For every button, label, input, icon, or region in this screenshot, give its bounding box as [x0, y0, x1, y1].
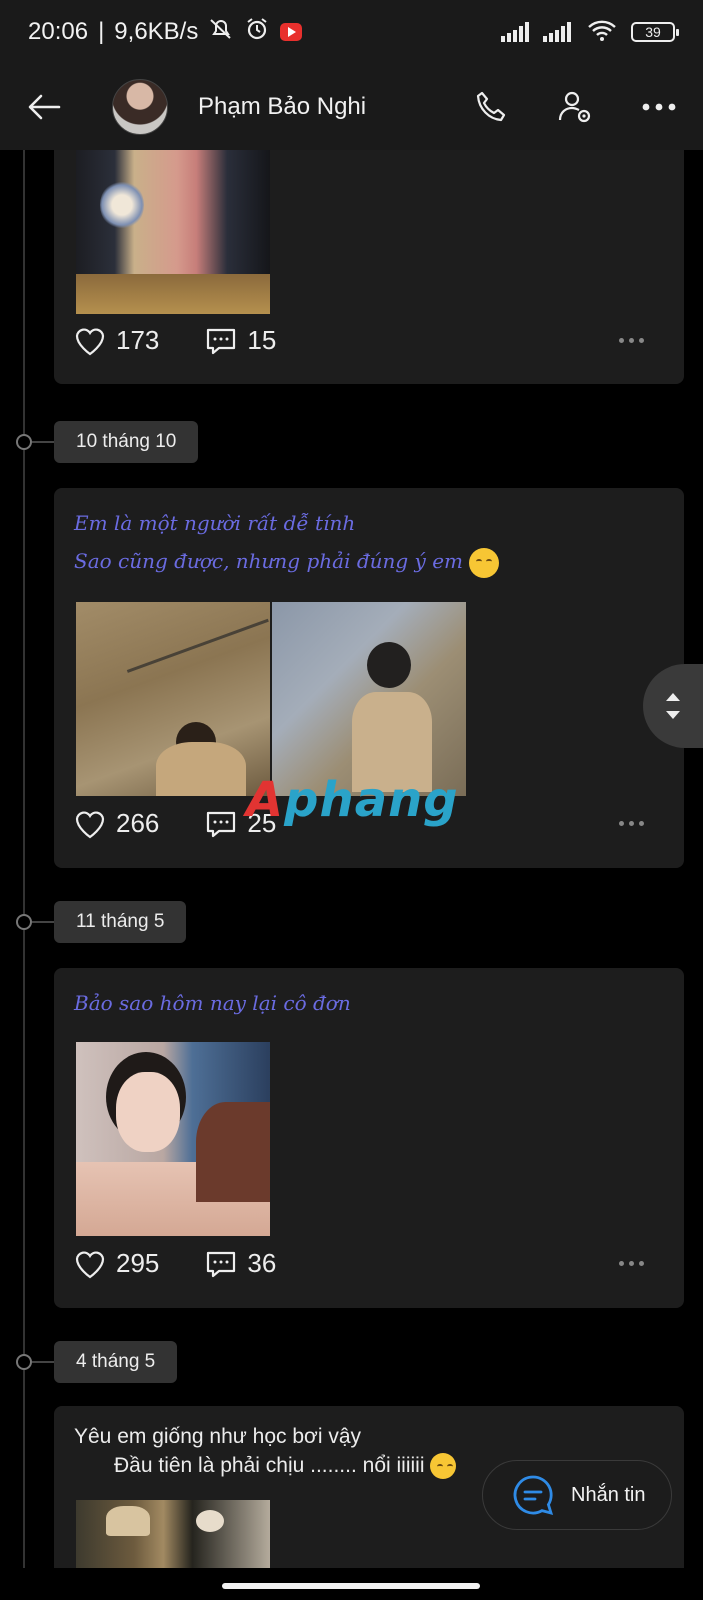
post-photo[interactable] [76, 1500, 270, 1568]
comment-button[interactable]: 15 [205, 325, 276, 356]
caption-line: Yêu em giống như học bơi vậy [74, 1425, 361, 1448]
post-photo[interactable] [272, 602, 466, 796]
post-more-icon[interactable] [619, 821, 644, 826]
post-date: 11 tháng 5 [76, 911, 165, 932]
like-count: 295 [116, 1248, 160, 1278]
timeline[interactable]: 173 15 10 tháng 10 Em là một người rất d… [0, 150, 703, 1568]
caption-line-text: Sao cũng được, nhưng phải đúng ý em [74, 549, 464, 573]
post-caption: Em là một người rất dễ tính Sao cũng đượ… [74, 504, 500, 580]
mute-icon [208, 17, 234, 48]
comment-icon [207, 1251, 236, 1277]
comment-icon [207, 328, 236, 354]
comment-button[interactable]: 36 [205, 1248, 276, 1279]
watermark-logo: Aphang [246, 772, 459, 828]
battery-icon: 39 [631, 22, 679, 42]
more-icon[interactable] [639, 87, 679, 127]
divider: | [98, 18, 105, 45]
message-button[interactable]: Nhắn tin [482, 1460, 672, 1530]
caption-line: Đầu tiên là phải chịu ........ nổi iiiii… [74, 1451, 457, 1480]
relieved-face-emoji [469, 547, 500, 578]
like-button[interactable]: 295 [74, 1248, 159, 1279]
timeline-node [16, 1354, 32, 1370]
post-more-icon[interactable] [619, 1261, 644, 1266]
timeline-connector [32, 441, 54, 443]
caption-line: Sao cũng được, nhưng phải đúng ý em [74, 542, 500, 580]
caption-line: Bảo sao hôm nay lại cô đơn [74, 991, 351, 1015]
phone-icon[interactable] [471, 87, 511, 127]
signal-icon [501, 22, 529, 42]
post-more-icon[interactable] [619, 338, 644, 343]
home-indicator [0, 1568, 703, 1600]
comment-icon [207, 811, 236, 837]
chat-header: Phạm Bảo Nghi [0, 64, 703, 150]
post-stats: 173 15 [74, 325, 664, 356]
user-settings-icon[interactable] [555, 87, 595, 127]
post-card[interactable]: 173 15 [54, 150, 684, 384]
like-button[interactable]: 266 [74, 808, 159, 839]
comment-count: 36 [247, 1248, 277, 1278]
clock: 20:06 [28, 18, 89, 45]
post-photo[interactable] [76, 150, 270, 314]
hand-over-mouth-emoji [430, 1453, 457, 1480]
alarm-icon [244, 16, 270, 49]
like-count: 173 [116, 325, 160, 355]
post-date: 10 tháng 10 [76, 431, 177, 452]
timeline-connector [32, 1361, 54, 1363]
like-button[interactable]: 173 [74, 325, 159, 356]
heart-icon [75, 1250, 105, 1278]
heart-icon [75, 810, 105, 838]
chevron-down-icon [666, 711, 680, 719]
post-caption: Bảo sao hôm nay lại cô đơn [74, 984, 351, 1022]
date-chip: 4 tháng 5 [54, 1341, 178, 1383]
heart-icon [75, 327, 105, 355]
status-bar: 20:06 | 9,6KB/s 39 [0, 0, 703, 64]
caption-line: Em là một người rất dễ tính [74, 511, 356, 535]
post-photo[interactable] [76, 602, 270, 796]
contact-name[interactable]: Phạm Bảo Nghi [198, 93, 366, 121]
comment-count: 15 [247, 325, 277, 355]
caption-line-text: Đầu tiên là phải chịu ........ nổi iiiii… [114, 1454, 425, 1477]
timeline-connector [32, 921, 54, 923]
date-chip: 11 tháng 5 [54, 901, 187, 943]
message-button-label: Nhắn tin [571, 1483, 646, 1506]
battery-level: 39 [645, 24, 661, 40]
chevron-up-icon [666, 693, 680, 701]
timeline-node [16, 434, 32, 450]
youtube-icon [280, 23, 303, 41]
avatar[interactable] [112, 79, 168, 135]
post-date: 4 tháng 5 [76, 1351, 156, 1372]
back-arrow-icon[interactable] [24, 87, 64, 127]
post-stats: 295 36 [74, 1248, 664, 1279]
network-speed: 9,6KB/s [114, 18, 199, 45]
chat-bubble-icon [513, 1475, 554, 1516]
post-caption: Yêu em giống như học bơi vậy Đầu tiên là… [74, 1422, 457, 1480]
like-count: 266 [116, 808, 160, 838]
post-card[interactable]: Bảo sao hôm nay lại cô đơn 295 36 [54, 968, 684, 1308]
wifi-icon [587, 18, 617, 47]
post-photo[interactable] [76, 1042, 270, 1236]
timeline-node [16, 914, 32, 930]
date-chip: 10 tháng 10 [54, 421, 199, 463]
signal-icon [543, 22, 571, 42]
